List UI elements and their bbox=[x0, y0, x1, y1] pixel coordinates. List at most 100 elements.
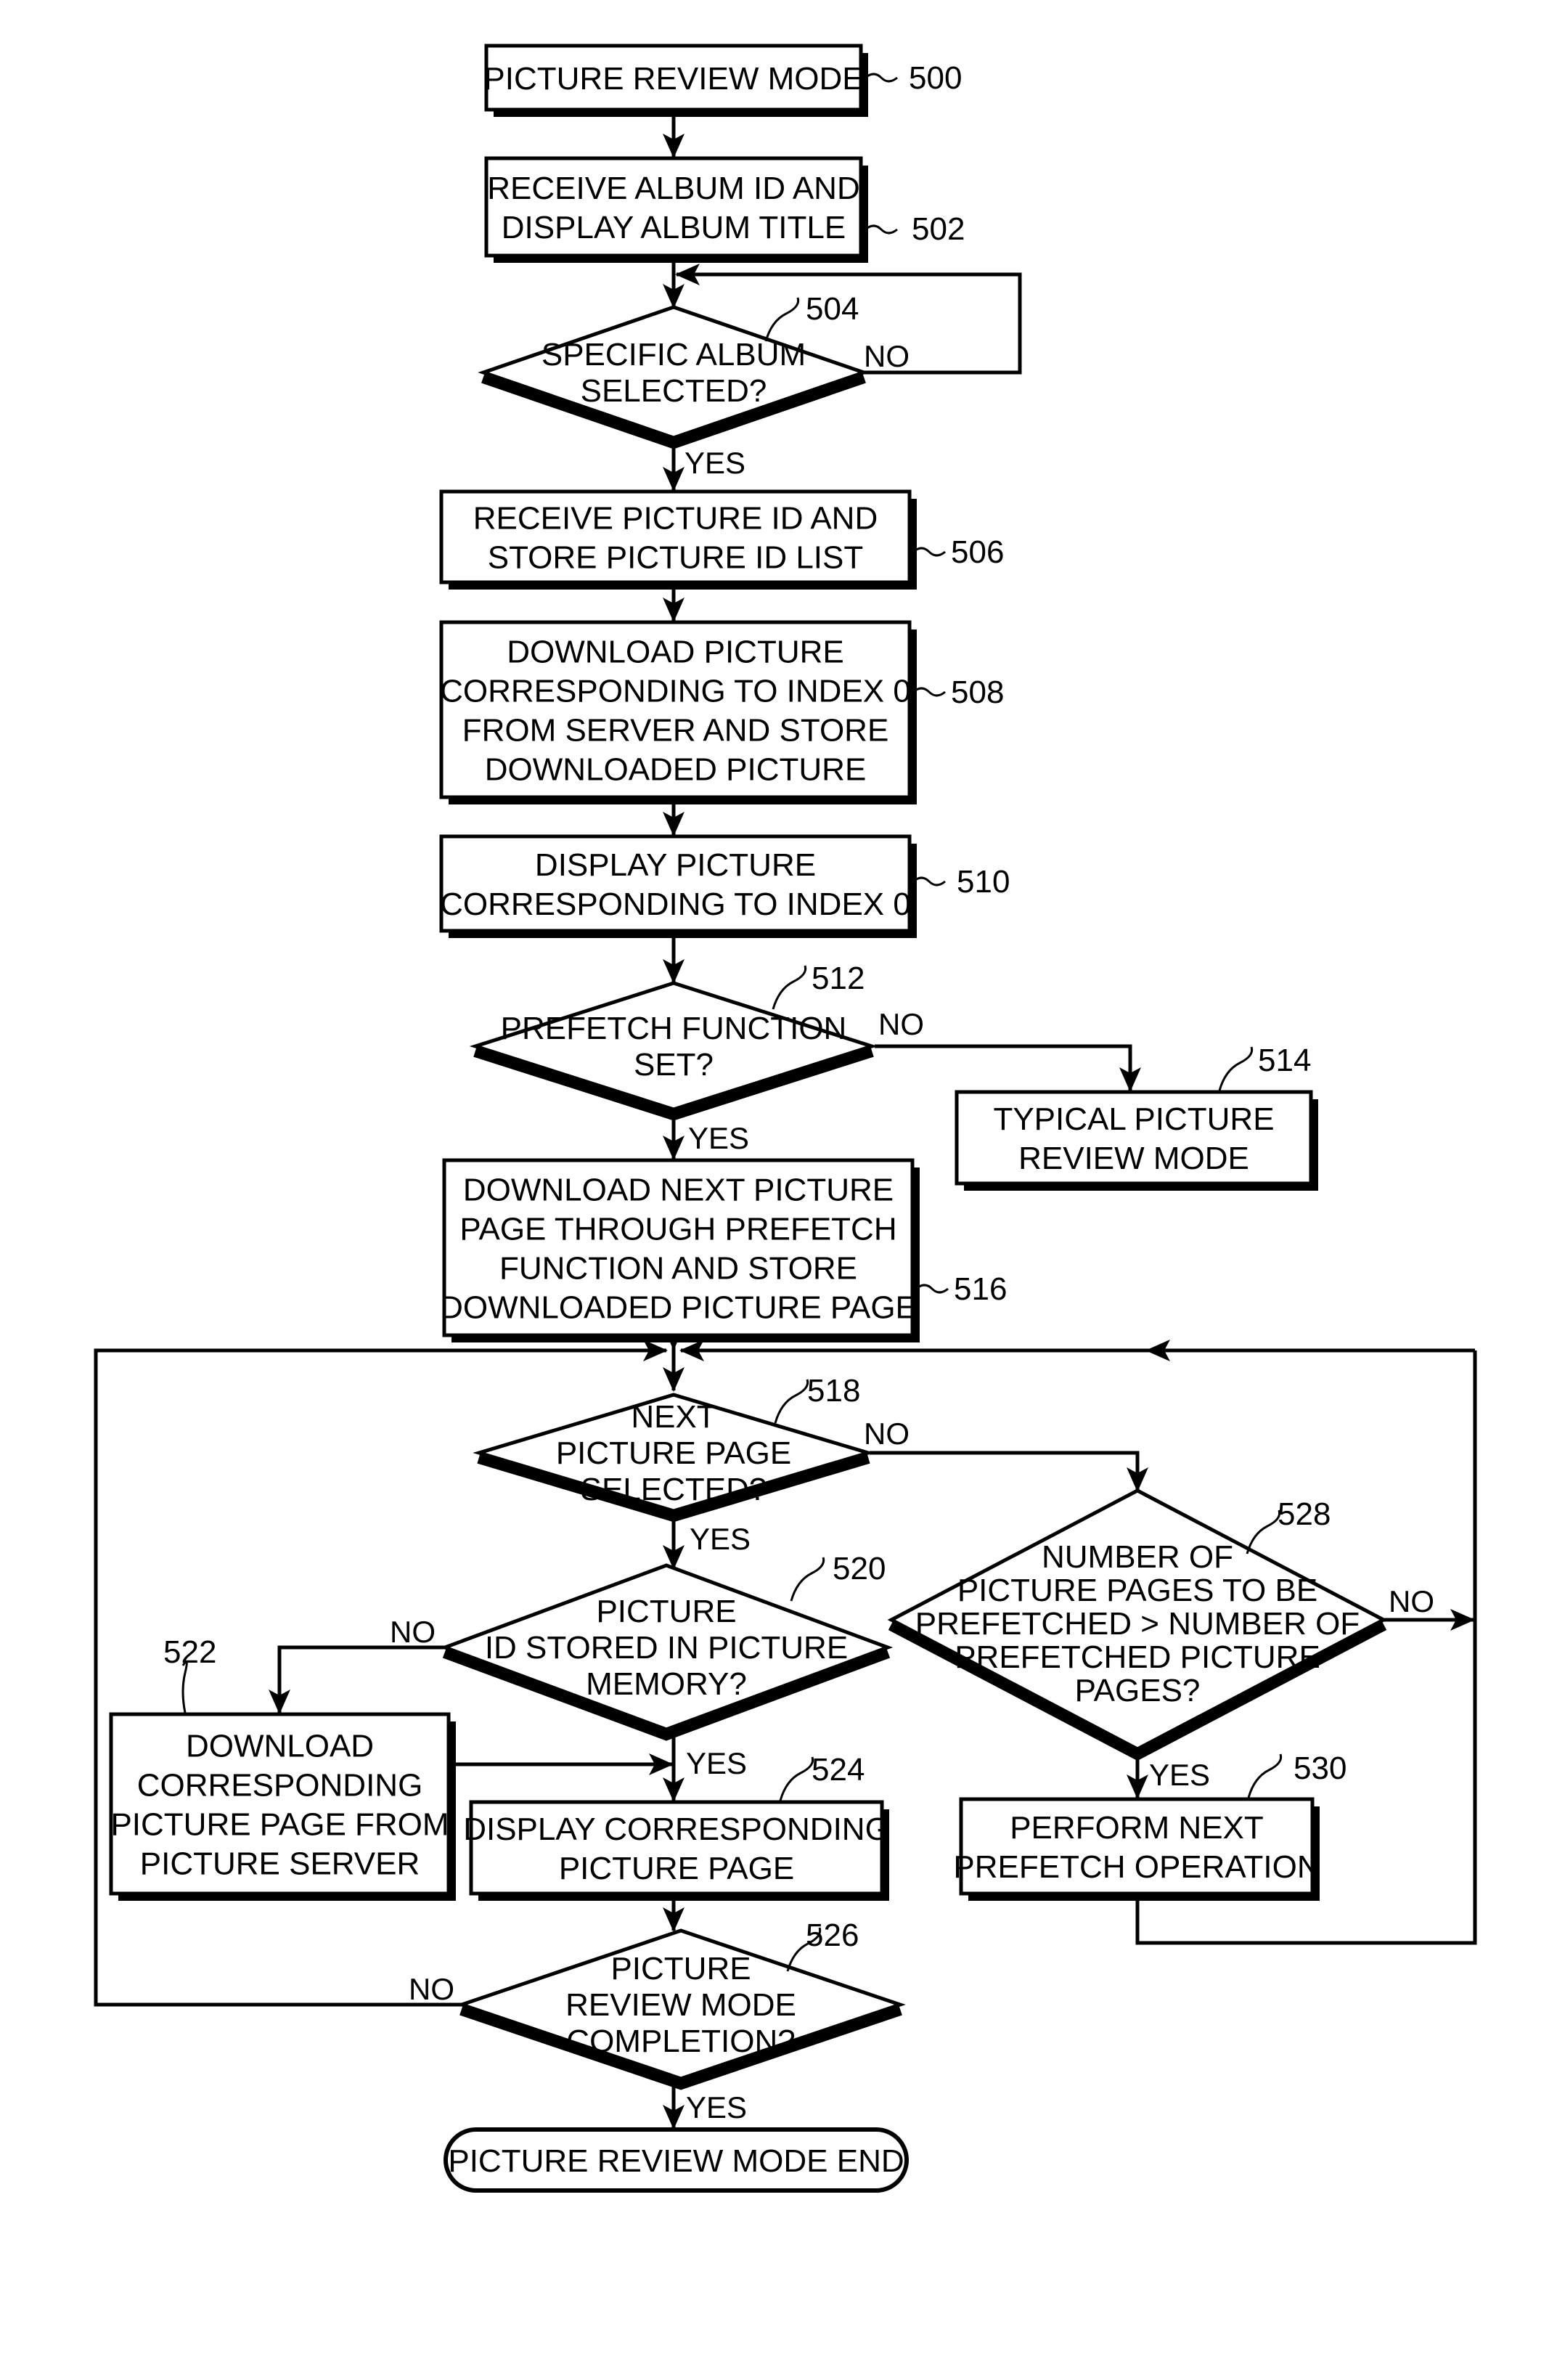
ref-530: 530 bbox=[1247, 1751, 1346, 1798]
label-504-no: NO bbox=[864, 339, 910, 373]
ref-518: 518 bbox=[774, 1373, 860, 1424]
node-text-line: PERFORM NEXT bbox=[1010, 1810, 1264, 1846]
node-524: DISPLAY CORRESPONDING PICTURE PAGE bbox=[463, 1800, 890, 1901]
node-518: NEXTPICTURE PAGESELECTED? bbox=[473, 1393, 875, 1523]
ref-number: 520 bbox=[833, 1551, 886, 1586]
node-text-line: REVIEW MODE bbox=[1018, 1141, 1249, 1176]
ref-number: 526 bbox=[806, 1918, 859, 1953]
node-text-line: PICTURE SERVER bbox=[140, 1846, 420, 1881]
label-518-no: NO bbox=[864, 1417, 910, 1451]
node-502: RECEIVE ALBUM ID AND DISPLAY ALBUM TITLE bbox=[484, 156, 868, 263]
node-text-line: DOWNLOADED PICTURE PAGE bbox=[440, 1289, 917, 1325]
ref-leader bbox=[779, 1756, 814, 1801]
node-text-line: DISPLAY ALBUM TITLE bbox=[502, 210, 846, 245]
label-526-no: NO bbox=[409, 1972, 454, 2006]
decision-text-line: PICTURE bbox=[596, 1594, 736, 1629]
ref-leader bbox=[774, 1379, 809, 1424]
decision-text-line: NEXT bbox=[631, 1399, 716, 1435]
ref-number: 508 bbox=[951, 675, 1004, 710]
ref-leader bbox=[865, 224, 898, 235]
ref-510: 510 bbox=[912, 864, 1010, 900]
label-512-yes: YES bbox=[688, 1121, 749, 1155]
ref-500: 500 bbox=[865, 60, 962, 96]
ref-502: 502 bbox=[865, 211, 965, 247]
ref-number: 528 bbox=[1278, 1496, 1331, 1532]
node-520: PICTUREID STORED IN PICTUREMEMORY? bbox=[439, 1563, 894, 1741]
ref-526: 526 bbox=[786, 1918, 859, 1972]
node-text-line: PICTURE PAGE FROM bbox=[110, 1806, 449, 1842]
ref-number: 524 bbox=[812, 1752, 865, 1788]
decision-text-line: ID STORED IN PICTURE bbox=[485, 1630, 848, 1666]
ref-514: 514 bbox=[1218, 1043, 1311, 1091]
decision-text-line: REVIEW MODE bbox=[565, 1987, 796, 2023]
node-text-line: DOWNLOADED PICTURE bbox=[485, 751, 867, 787]
ref-leader bbox=[772, 965, 807, 1010]
label-526-yes: YES bbox=[686, 2090, 747, 2124]
edge-520-522 bbox=[269, 1645, 444, 1714]
ref-leader bbox=[915, 1284, 949, 1294]
edge-518-528 bbox=[870, 1451, 1148, 1492]
ref-508: 508 bbox=[912, 675, 1004, 710]
ref-number: 514 bbox=[1258, 1043, 1311, 1078]
ref-520: 520 bbox=[790, 1551, 886, 1602]
ref-524: 524 bbox=[779, 1752, 865, 1801]
node-526: PICTUREREVIEW MODECOMPLETION? bbox=[456, 1928, 906, 2090]
node-516: DOWNLOAD NEXT PICTURE PAGE THROUGH PREFET… bbox=[440, 1158, 920, 1342]
ref-number: 502 bbox=[912, 211, 965, 247]
ref-number: 510 bbox=[957, 864, 1010, 900]
node-end: PICTURE REVIEW MODE END bbox=[444, 2127, 909, 2193]
node-508: DOWNLOAD PICTURE CORRESPONDING TO INDEX 0… bbox=[439, 620, 917, 804]
ref-number: 522 bbox=[163, 1634, 216, 1670]
node-text-line: CORRESPONDING TO INDEX 0 bbox=[440, 673, 911, 709]
node-text-line: TYPICAL PICTURE bbox=[993, 1101, 1274, 1137]
node-text-line: RECEIVE PICTURE ID AND bbox=[473, 500, 878, 536]
node-510: DISPLAY PICTURE CORRESPONDING TO INDEX 0 bbox=[439, 834, 917, 938]
node-text-line: DOWNLOAD NEXT PICTURE bbox=[463, 1172, 894, 1207]
node-text-line: RECEIVE ALBUM ID AND bbox=[487, 171, 859, 206]
decision-text-line: PAGES? bbox=[1075, 1673, 1201, 1708]
decision-text-line: SELECTED? bbox=[581, 373, 767, 409]
edge-512-514 bbox=[875, 1044, 1141, 1092]
ref-leader bbox=[912, 547, 946, 557]
node-text-line: CORRESPONDING bbox=[137, 1767, 423, 1803]
ref-number: 516 bbox=[954, 1271, 1007, 1307]
decision-text-line: PREFETCHED > NUMBER OF bbox=[915, 1606, 1360, 1642]
label-504-yes: YES bbox=[684, 446, 745, 480]
ref-number: 512 bbox=[812, 961, 865, 996]
decision-text-line: COMPLETION? bbox=[566, 2024, 795, 2059]
node-504: SPECIFIC ALBUMSELECTED? bbox=[478, 305, 870, 449]
ref-leader bbox=[1246, 1509, 1281, 1554]
ref-number: 518 bbox=[807, 1373, 860, 1409]
label-520-no: NO bbox=[390, 1615, 436, 1649]
ref-number: 500 bbox=[909, 60, 962, 96]
decision-text-line: SELECTED? bbox=[581, 1472, 767, 1507]
node-512: PREFETCH FUNCTIONSET? bbox=[469, 981, 878, 1121]
label-528-yes: YES bbox=[1149, 1758, 1210, 1792]
ref-leader bbox=[1218, 1046, 1254, 1091]
node-text-line: DOWNLOAD bbox=[186, 1728, 374, 1764]
ref-leader bbox=[865, 73, 898, 83]
ref-504: 504 bbox=[764, 291, 859, 342]
decision-text-line: PICTURE PAGE bbox=[556, 1435, 791, 1471]
ref-leader bbox=[912, 876, 946, 887]
ref-number: 504 bbox=[806, 291, 859, 327]
ref-528: 528 bbox=[1246, 1496, 1331, 1554]
label-518-yes: YES bbox=[690, 1522, 751, 1556]
node-522: DOWNLOADCORRESPONDINGPICTURE PAGE FROM PI… bbox=[109, 1712, 456, 1901]
node-text-line: CORRESPONDING TO INDEX 0 bbox=[440, 887, 911, 922]
label-528-no: NO bbox=[1389, 1584, 1434, 1618]
terminal-text-line: PICTURE REVIEW MODE END bbox=[448, 2143, 904, 2179]
node-514: TYPICAL PICTURE REVIEW MODE bbox=[955, 1090, 1318, 1191]
decision-text-line: PICTURE bbox=[610, 1951, 751, 1986]
ref-522: 522 bbox=[163, 1634, 216, 1713]
node-text-line: FROM SERVER AND STORE bbox=[462, 712, 889, 748]
ref-number: 530 bbox=[1294, 1751, 1346, 1786]
ref-leader bbox=[912, 687, 946, 697]
node-text-line: PICTURE PAGE bbox=[559, 1851, 794, 1886]
node-text-line: DOWNLOAD PICTURE bbox=[507, 634, 843, 669]
node-text-line: FUNCTION AND STORE bbox=[499, 1250, 857, 1286]
decision-text-line: MEMORY? bbox=[586, 1666, 747, 1702]
node-500: PICTURE REVIEW MODE bbox=[483, 44, 868, 117]
node-530: PERFORM NEXTPREFETCH OPERATION bbox=[953, 1797, 1320, 1901]
decision-text-line: NUMBER OF bbox=[1042, 1539, 1233, 1575]
